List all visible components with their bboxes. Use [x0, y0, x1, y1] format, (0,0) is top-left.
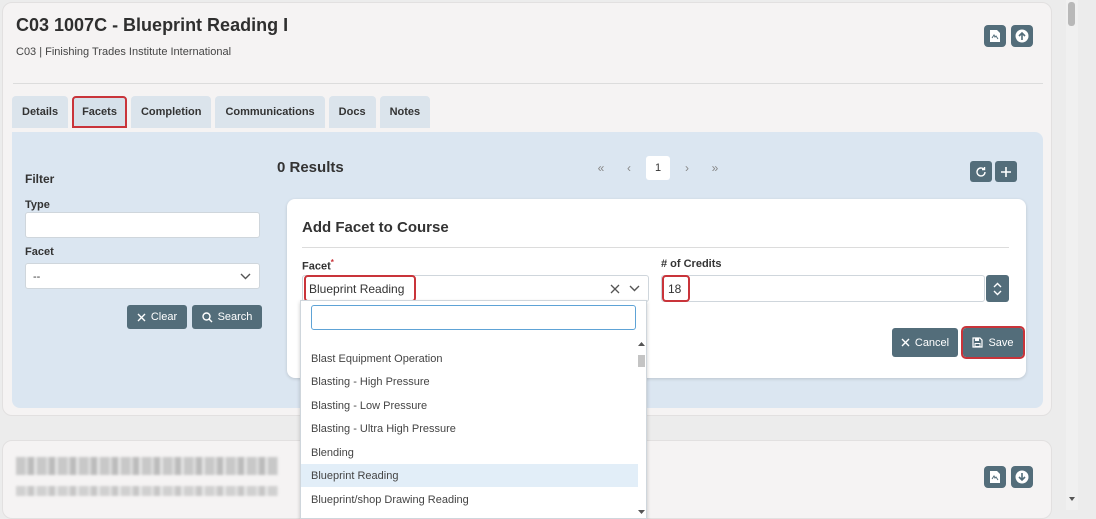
scroll-up-arrow-icon[interactable]	[638, 341, 645, 347]
dropdown-search-input[interactable]	[311, 305, 636, 330]
add-facet-button[interactable]	[995, 161, 1017, 182]
pdf-export-button[interactable]	[984, 466, 1006, 488]
save-button[interactable]: Save	[961, 326, 1025, 359]
facet-field-label: Facet*	[302, 258, 334, 273]
facet-field-label-text: Facet	[302, 260, 331, 273]
type-label: Type	[25, 199, 50, 211]
dropdown-option-selected[interactable]: Blueprint Reading	[301, 464, 638, 487]
facet-select[interactable]: Blueprint Reading	[302, 275, 649, 302]
page-title: C03 1007C - Blueprint Reading I	[16, 15, 289, 35]
redacted-title	[16, 457, 278, 475]
search-button-label: Search	[217, 311, 253, 323]
tab-bar: Details Facets Completion Communications…	[12, 96, 431, 128]
dialog-divider	[302, 247, 1009, 248]
search-button[interactable]: Search	[192, 305, 262, 329]
pager-prev[interactable]: ‹	[618, 161, 640, 175]
chevron-down-icon	[240, 273, 251, 280]
tab-facets[interactable]: Facets	[72, 96, 127, 128]
chevron-down-icon[interactable]	[993, 290, 1002, 296]
dropdown-scroll-thumb[interactable]	[638, 355, 645, 367]
tab-completion[interactable]: Completion	[130, 96, 212, 128]
scroll-down-arrow-icon[interactable]	[1069, 497, 1075, 502]
results-count: 0 Results	[277, 159, 344, 176]
tab-communications[interactable]: Communications	[215, 96, 325, 128]
cancel-button-label: Cancel	[914, 336, 950, 349]
pagination: « ‹ 1 › »	[590, 156, 726, 180]
dropdown-option[interactable]: Blast Equipment Operation	[301, 347, 638, 370]
arrow-up-circle-icon	[1015, 29, 1029, 43]
upload-button[interactable]	[1011, 25, 1033, 47]
arrow-down-circle-icon	[1015, 470, 1029, 484]
filter-heading: Filter	[25, 172, 55, 186]
close-icon	[901, 338, 910, 347]
close-icon	[137, 313, 146, 321]
tab-docs[interactable]: Docs	[328, 96, 376, 128]
credits-stepper[interactable]	[986, 275, 1009, 302]
dropdown-option[interactable]: Blueprint/shop Drawing Reading	[301, 488, 638, 511]
refresh-button[interactable]	[970, 161, 992, 182]
dropdown-option[interactable]: Blasting - Low Pressure	[301, 394, 638, 417]
pager-next[interactable]: ›	[676, 161, 698, 175]
pdf-file-icon	[990, 471, 1000, 483]
dropdown-scrollbar[interactable]	[638, 341, 645, 519]
clear-button[interactable]: Clear	[127, 305, 187, 329]
credits-label: # of Credits	[661, 258, 722, 270]
scroll-down-arrow-icon[interactable]	[638, 509, 645, 515]
chevron-down-icon[interactable]	[629, 285, 640, 292]
download-button[interactable]	[1011, 466, 1033, 488]
search-icon	[201, 311, 213, 322]
page-scroll-thumb[interactable]	[1068, 2, 1075, 26]
facet-dropdown: Blast Equipment Operation Blasting - Hig…	[300, 300, 647, 519]
save-button-label: Save	[988, 336, 1014, 349]
credits-value: 18	[661, 275, 691, 302]
page-scrollbar[interactable]	[1066, 0, 1078, 510]
facet-filter-value: --	[33, 271, 41, 283]
dropdown-option[interactable]: Blasting - Ultra High Pressure	[301, 417, 638, 440]
page-subtitle: C03 | Finishing Trades Institute Interna…	[16, 46, 232, 58]
dropdown-option[interactable]: Blending	[301, 441, 638, 464]
type-filter-input[interactable]	[25, 212, 260, 238]
clear-selection-icon[interactable]	[610, 284, 620, 294]
header-divider	[13, 83, 1043, 84]
clear-button-label: Clear	[150, 311, 178, 323]
chevron-up-icon[interactable]	[993, 282, 1002, 288]
pager-current-page[interactable]: 1	[646, 156, 670, 180]
facet-select-value: Blueprint Reading	[303, 275, 417, 302]
tab-details[interactable]: Details	[12, 96, 69, 128]
dropdown-option[interactable]: Blasting - High Pressure	[301, 370, 638, 393]
pager-first[interactable]: «	[590, 161, 612, 175]
dialog-title: Add Facet to Course	[302, 219, 449, 236]
pdf-export-button[interactable]	[984, 25, 1006, 47]
refresh-icon	[976, 166, 986, 177]
redacted-subtitle	[16, 486, 278, 496]
pdf-file-icon	[990, 30, 1000, 42]
credits-input[interactable]: 18	[661, 275, 985, 302]
cancel-button[interactable]: Cancel	[892, 328, 958, 357]
facet-filter-select[interactable]: --	[25, 263, 260, 289]
floppy-disk-icon	[972, 337, 984, 348]
facet-filter-label: Facet	[25, 246, 54, 258]
plus-icon	[1001, 166, 1011, 177]
tab-notes[interactable]: Notes	[379, 96, 431, 128]
required-mark: *	[330, 258, 334, 267]
pager-last[interactable]: »	[704, 161, 726, 175]
